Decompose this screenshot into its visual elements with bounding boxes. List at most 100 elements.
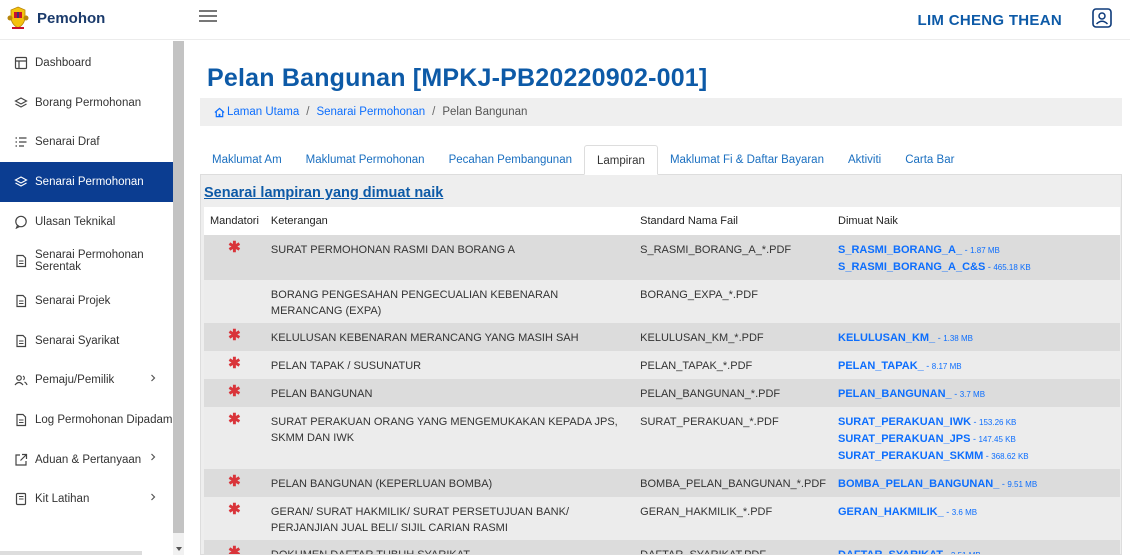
breadcrumb-parent-link[interactable]: Senarai Permohonan	[316, 106, 425, 118]
tab-carta-bar[interactable]: Carta Bar	[893, 145, 966, 174]
sidebar-item-pemaju-pemilik[interactable]: Pemaju/Pemilik	[0, 361, 173, 401]
list-check-icon	[15, 137, 27, 147]
external-link-icon	[15, 453, 28, 466]
uploaded-file-link[interactable]: SURAT_PERAKUAN_SKMM	[838, 450, 983, 462]
tab-aktiviti[interactable]: Aktiviti	[836, 145, 893, 174]
sidebar-item-senarai-permohonan[interactable]: Senarai Permohonan	[0, 162, 173, 202]
uploaded-file-link[interactable]: SURAT_PERAKUAN_IWK	[838, 416, 971, 428]
uploaded-file-link[interactable]: GERAN_HAKMILIK_	[838, 506, 944, 518]
description-cell: DOKUMEN DAFTAR TUBUH SYARIKAT	[264, 540, 635, 554]
tab-maklumat-am[interactable]: Maklumat Am	[200, 145, 294, 174]
uploaded-file-link[interactable]: DAFTAR_SYARIKAT	[838, 549, 943, 554]
sidebar-item-senarai-draf[interactable]: Senarai Draf	[0, 122, 173, 162]
table-row: ✱ PELAN TAPAK / SUSUNATUR PELAN_TAPAK_*.PD…	[204, 351, 1120, 379]
brand[interactable]: Pemohon	[6, 5, 105, 31]
user-profile-icon[interactable]	[1092, 8, 1112, 28]
chevron-right-icon[interactable]	[149, 493, 157, 501]
mandatory-asterisk-icon: ✱	[228, 473, 241, 490]
sidebar-item-senarai-syarikat[interactable]: Senarai Syarikat	[0, 321, 173, 361]
tab-pecahan-pembangunan[interactable]: Pecahan Pembangunan	[437, 145, 584, 174]
sidebar-nav: Dashboard Borang Permohonan Senarai Draf Se…	[0, 43, 173, 519]
chevron-right-icon[interactable]	[149, 453, 157, 461]
attachments-title: Senarai lampiran yang dimuat naik	[204, 185, 444, 201]
description-cell: BORANG PENGESAHAN PENGECUALIAN KEBENARAN…	[264, 280, 635, 323]
uploaded-file: DAFTAR_SYARIKAT - 2.51 MB	[838, 547, 1114, 555]
sidebar-item-dashboard[interactable]: Dashboard	[0, 43, 173, 83]
mandatory-cell: ✱	[204, 407, 265, 469]
uploaded-file-link[interactable]: PELAN_TAPAK_	[838, 360, 924, 372]
uploaded-cell: PELAN_BANGUNAN_ - 3.7 MB	[832, 379, 1120, 407]
sidebar-item-log-permohonan-dipadam[interactable]: Log Permohonan Dipadam	[0, 400, 173, 440]
table-row: BORANG PENGESAHAN PENGECUALIAN KEBENARAN…	[204, 280, 1120, 323]
uploaded-file: SURAT_PERAKUAN_JPS - 147.45 KB	[838, 431, 1114, 448]
app-root: Pemohon LIM CHENG THEAN Dashboard Borang …	[0, 0, 1130, 555]
sidebar: Dashboard Borang Permohonan Senarai Draf Se…	[0, 41, 184, 555]
sidebar-item-senarai-permohonan-serentak[interactable]: Senarai Permohonan Serentak	[0, 241, 173, 281]
column-header-description: Keterangan	[264, 207, 635, 235]
tab-bar: Maklumat Am Maklumat Permohonan Pecahan Pe…	[200, 145, 1122, 175]
sidebar-item-ulasan-teknikal[interactable]: Ulasan Teknikal	[0, 202, 173, 242]
mandatory-asterisk-icon: ✱	[228, 327, 241, 344]
chevron-right-icon[interactable]	[149, 374, 157, 382]
user-name[interactable]: LIM CHENG THEAN	[918, 12, 1063, 29]
uploaded-file-link[interactable]: BOMBA_PELAN_BANGUNAN_	[838, 478, 999, 490]
standard-name-text: SURAT_PERAKUAN_*.PDF	[640, 416, 779, 428]
standard-name-text: BOMBA_PELAN_BANGUNAN_*.PDF	[640, 478, 826, 490]
tab-maklumat-fi-daftar-bayaran[interactable]: Maklumat Fi & Daftar Bayaran	[658, 145, 836, 174]
sidebar-scrollbar[interactable]	[173, 41, 184, 555]
uploaded-file-link[interactable]: KELULUSAN_KM_	[838, 332, 935, 344]
standard-name-text: DAFTAR_SYARIKAT.PDF	[640, 549, 767, 555]
table-row: ✱ SURAT PERAKUAN ORANG YANG MENGEMUKAKAN …	[204, 407, 1120, 469]
uploaded-file: S_RASMI_BORANG_A_ - 1.87 MB	[838, 242, 1114, 259]
table-row: ✱ GERAN/ SURAT HAKMILIK/ SURAT PERSETUJUA…	[204, 497, 1120, 540]
standard-name-text: KELULUSAN_KM_*.PDF	[640, 332, 764, 344]
mandatory-cell: ✱	[204, 351, 265, 379]
standard-name-cell: SURAT_PERAKUAN_*.PDF	[634, 407, 832, 469]
sidebar-item-senarai-projek[interactable]: Senarai Projek	[0, 281, 173, 321]
sidebar-item-label: Pemaju/Pemilik	[35, 374, 115, 387]
uploaded-file-link[interactable]: S_RASMI_BORANG_A_C&S	[838, 261, 985, 273]
tab-maklumat-permohonan[interactable]: Maklumat Permohonan	[294, 145, 437, 174]
sidebar-item-label: Dashboard	[35, 56, 92, 69]
uploaded-file: SURAT_PERAKUAN_SKMM - 368.62 KB	[838, 448, 1114, 465]
size-separator: -	[962, 245, 971, 255]
sidebar-item-kit-latihan[interactable]: Kit Latihan	[0, 480, 173, 520]
uploaded-file-link[interactable]: PELAN_BANGUNAN_	[838, 388, 952, 400]
home-icon[interactable]	[214, 107, 225, 118]
horizontal-scrollbar[interactable]	[0, 551, 142, 555]
standard-name-cell: KELULUSAN_KM_*.PDF	[634, 323, 832, 351]
column-header-uploaded: Dimuat Naik	[832, 207, 1120, 235]
size-separator: -	[951, 389, 960, 399]
tab-lampiran[interactable]: Lampiran	[583, 145, 658, 175]
file-size: 1.38 MB	[943, 334, 973, 343]
menu-toggle-icon[interactable]	[199, 10, 217, 26]
breadcrumb-home-link[interactable]: Laman Utama	[227, 106, 299, 118]
coat-of-arms-logo	[7, 6, 29, 29]
file-size: 153.26 KB	[979, 418, 1017, 427]
sidebar-item-label: Borang Permohonan	[35, 96, 142, 109]
scroll-down-arrow-icon[interactable]	[176, 547, 182, 551]
sidebar-item-label: Senarai Draf	[35, 136, 100, 149]
uploaded-file: KELULUSAN_KM_ - 1.38 MB	[838, 330, 1114, 347]
sidebar-scroll-thumb[interactable]	[173, 41, 184, 533]
standard-name-cell: S_RASMI_BORANG_A_*.PDF	[634, 235, 832, 280]
users-icon	[14, 375, 28, 386]
description-cell: PELAN BANGUNAN (KEPERLUAN BOMBA)	[264, 469, 635, 497]
file-size: 3.6 MB	[951, 508, 978, 517]
page-title: Pelan Bangunan [MPKJ-PB20220902-001]	[207, 64, 708, 92]
sidebar-item-aduan-pertanyaan[interactable]: Aduan & Pertanyaan	[0, 440, 173, 480]
file-text-icon	[16, 413, 27, 427]
app-title: Pemohon	[37, 9, 106, 27]
uploaded-file: PELAN_BANGUNAN_ - 3.7 MB	[838, 386, 1114, 403]
uploaded-file-link[interactable]: S_RASMI_BORANG_A_	[838, 244, 962, 256]
main-content: Pelan Bangunan [MPKJ-PB20220902-001] Lam…	[184, 41, 1130, 555]
standard-name-cell: PELAN_BANGUNAN_*.PDF	[634, 379, 832, 407]
table-row: ✱ PELAN BANGUNAN PELAN_BANGUNAN_*.PDF PELAN…	[204, 379, 1120, 407]
sidebar-item-borang-permohonan[interactable]: Borang Permohonan	[0, 83, 173, 123]
description-text: SURAT PERAKUAN ORANG YANG MENGEMUKAKAN K…	[270, 416, 618, 444]
standard-name-text: GERAN_HAKMILIK_*.PDF	[640, 506, 773, 518]
size-separator: -	[942, 550, 951, 555]
standard-name-cell: DAFTAR_SYARIKAT.PDF	[634, 540, 832, 555]
chat-bubble-icon	[15, 215, 27, 229]
uploaded-file-link[interactable]: SURAT_PERAKUAN_JPS	[838, 433, 970, 445]
